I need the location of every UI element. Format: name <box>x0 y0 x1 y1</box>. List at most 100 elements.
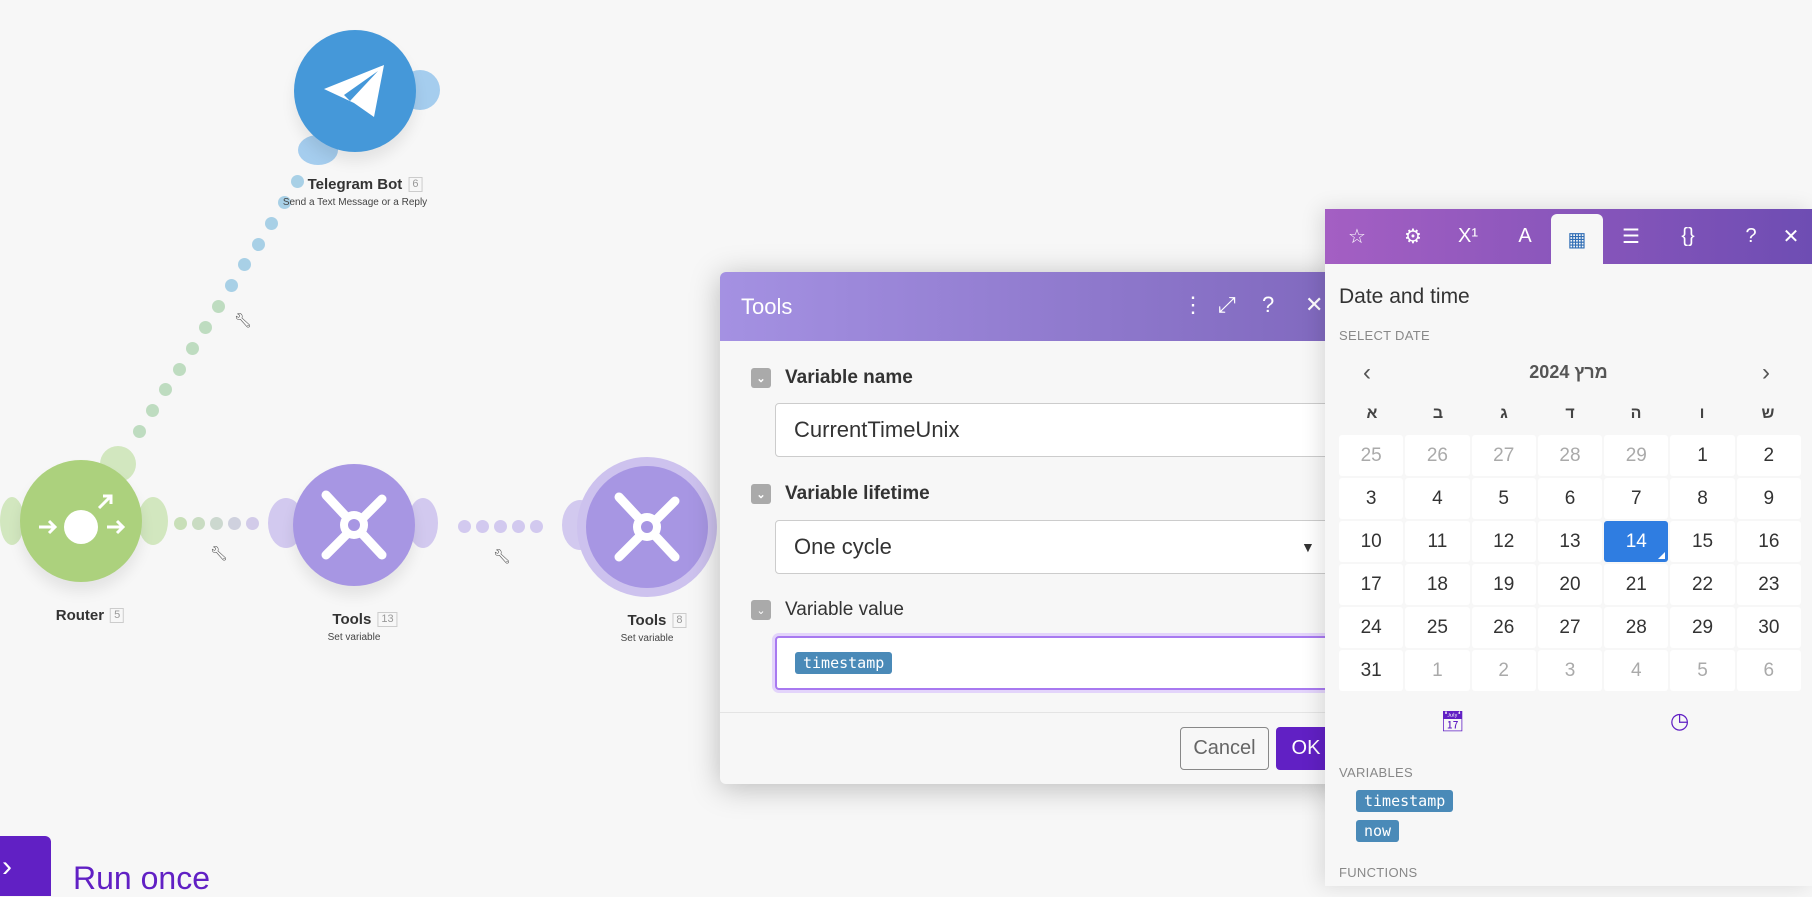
calendar-day[interactable]: 9 <box>1736 478 1801 519</box>
calendar-day[interactable]: 18 <box>1405 564 1470 605</box>
run-once-label[interactable]: Run once <box>73 860 210 897</box>
mapping-panel: ? ✕ ☆ ⚙ X¹ A ▦ ☰{} Date and time SELECT DATE … <box>1325 209 1812 886</box>
calendar-day[interactable]: 30 <box>1736 607 1801 648</box>
close-icon[interactable]: ✕ <box>1765 209 1812 264</box>
collapse-toggle[interactable]: ⌄ <box>751 484 771 504</box>
calendar-day[interactable]: 17 <box>1339 564 1404 605</box>
calendar-day[interactable]: 25 <box>1405 607 1470 648</box>
calendar-day[interactable]: 11 <box>1405 521 1470 562</box>
calendar-day[interactable]: 4 <box>1405 478 1470 519</box>
calendar-day[interactable]: 26 <box>1471 607 1536 648</box>
calendar-day[interactable]: 28 <box>1537 435 1603 476</box>
calendar-day[interactable]: 29 <box>1670 607 1735 648</box>
select-value: One cycle <box>794 534 892 559</box>
calendar-day[interactable]: 1 <box>1670 435 1735 476</box>
expand-icon[interactable]: ⤢ <box>1218 292 1236 318</box>
node-title: Tools <box>627 612 667 629</box>
braces-icon[interactable]: {} <box>1662 209 1714 264</box>
calendar-day[interactable]: 8 <box>1670 478 1735 519</box>
table-icon[interactable]: ☰ <box>1605 209 1657 264</box>
clock-icon[interactable]: ◷ <box>1670 708 1689 734</box>
calendar-day[interactable]: 20 <box>1537 564 1603 605</box>
wrench-icon[interactable]: 🔧︎ <box>493 548 511 565</box>
text-icon[interactable]: A <box>1499 209 1551 264</box>
wrench-icon[interactable]: 🔧︎ <box>234 312 252 329</box>
connection-dot <box>238 258 252 272</box>
wrench-icon[interactable]: 🔧︎ <box>210 545 228 562</box>
node-id: 5 <box>110 608 125 623</box>
caret-down-icon: ▼ <box>1301 539 1315 555</box>
variable-timestamp[interactable]: timestamp <box>1356 790 1454 812</box>
calendar-day[interactable]: 21 <box>1604 564 1669 605</box>
calendar-day[interactable]: 31 <box>1339 650 1404 691</box>
collapse-toggle[interactable]: ⌄ <box>751 600 771 620</box>
calendar-day[interactable]: 6 <box>1736 650 1801 691</box>
calendar-day[interactable]: 2 <box>1736 435 1801 476</box>
calendar-day[interactable]: 3 <box>1339 478 1404 519</box>
connection-dot <box>133 425 146 438</box>
help-icon[interactable]: ? <box>1262 292 1274 318</box>
variable-now[interactable]: now <box>1356 820 1400 842</box>
node-id: 8 <box>672 613 687 628</box>
calendar-day[interactable]: 4 <box>1604 650 1669 691</box>
calendar-day[interactable]: 13 <box>1537 521 1603 562</box>
calendar-day[interactable]: 27 <box>1471 435 1536 476</box>
calendar-icon[interactable]: ▦ <box>1551 214 1603 264</box>
connection-dot <box>159 383 173 397</box>
variable-pill[interactable]: timestamp <box>795 652 893 674</box>
run-once-button[interactable]: › <box>0 836 51 896</box>
calendar-day[interactable]: 15 <box>1670 521 1735 562</box>
calendar-day[interactable]: 12 <box>1471 521 1536 562</box>
calendar-day[interactable]: 24 <box>1339 607 1404 648</box>
calendar-check-icon[interactable]: 📅︎ <box>1440 709 1465 734</box>
weekday-header: ב <box>1432 405 1444 422</box>
cancel-button[interactable]: Cancel <box>1180 727 1269 770</box>
calendar-day[interactable]: 29 <box>1604 435 1669 476</box>
calendar-day[interactable]: 7 <box>1604 478 1669 519</box>
variable-lifetime-select[interactable]: One cycle ▼ <box>775 520 1360 574</box>
node-subtitle: Set variable <box>620 633 674 644</box>
field-label: Variable lifetime <box>785 483 930 504</box>
calendar-day[interactable]: 10 <box>1339 521 1404 562</box>
connection-dot <box>291 175 304 188</box>
calendar-day[interactable]: 6 <box>1537 478 1603 519</box>
connection-dot <box>185 341 199 355</box>
select-date-label: SELECT DATE <box>1339 328 1430 343</box>
node-title: Router <box>55 607 105 624</box>
connection-dot <box>264 216 278 230</box>
star-icon[interactable]: ☆ <box>1331 209 1383 264</box>
node-subtitle: Set variable <box>327 632 381 643</box>
calendar-day[interactable]: 27 <box>1537 607 1603 648</box>
calendar-day[interactable]: 28 <box>1604 607 1669 648</box>
field-label: Variable value <box>785 599 905 620</box>
connection-dot <box>251 237 265 251</box>
close-icon[interactable]: ✕ <box>1305 292 1323 318</box>
connection-dot <box>198 320 212 334</box>
next-month-icon[interactable]: › <box>1762 359 1770 387</box>
weekday-header: ד <box>1565 405 1575 422</box>
more-icon[interactable]: ⋮ <box>1182 292 1204 318</box>
calendar-day[interactable]: 22 <box>1670 564 1735 605</box>
calendar-grid: 25 26 27 28 29 1 2 3 4 5 6 7 8 9 10 11 12 13 14 15 16 17 18 19 2… <box>1339 435 1801 691</box>
calendar-day[interactable]: 23 <box>1736 564 1801 605</box>
weekday-header: א <box>1366 405 1378 422</box>
calendar-day[interactable]: 5 <box>1670 650 1735 691</box>
calendar-day-selected[interactable]: 14 <box>1604 521 1669 562</box>
tools-modal: Tools ⋮ ⤢ ? ✕ ⌄ Variable name CurrentTime… <box>720 272 1360 784</box>
gear-icon[interactable]: ⚙ <box>1387 209 1439 264</box>
calendar-day[interactable]: 2 <box>1471 650 1536 691</box>
variable-name-input[interactable]: CurrentTimeUnix <box>775 403 1360 457</box>
calendar-day[interactable]: 19 <box>1471 564 1536 605</box>
calendar-day[interactable]: 3 <box>1537 650 1603 691</box>
calendar-day[interactable]: 16 <box>1736 521 1801 562</box>
calendar-day[interactable]: 5 <box>1471 478 1536 519</box>
calendar-day[interactable]: 25 <box>1339 435 1404 476</box>
superscript-icon[interactable]: X¹ <box>1442 209 1494 264</box>
calendar-day[interactable]: 1 <box>1405 650 1470 691</box>
collapse-toggle[interactable]: ⌄ <box>751 368 771 388</box>
variable-value-input[interactable]: timestamp <box>775 636 1360 690</box>
calendar-day[interactable]: 26 <box>1405 435 1470 476</box>
weekday-header: ה <box>1630 405 1642 422</box>
panel-tabs: ? ✕ ☆ ⚙ X¹ A ▦ ☰{} <box>1325 209 1812 264</box>
modal-title: Tools <box>741 293 793 319</box>
